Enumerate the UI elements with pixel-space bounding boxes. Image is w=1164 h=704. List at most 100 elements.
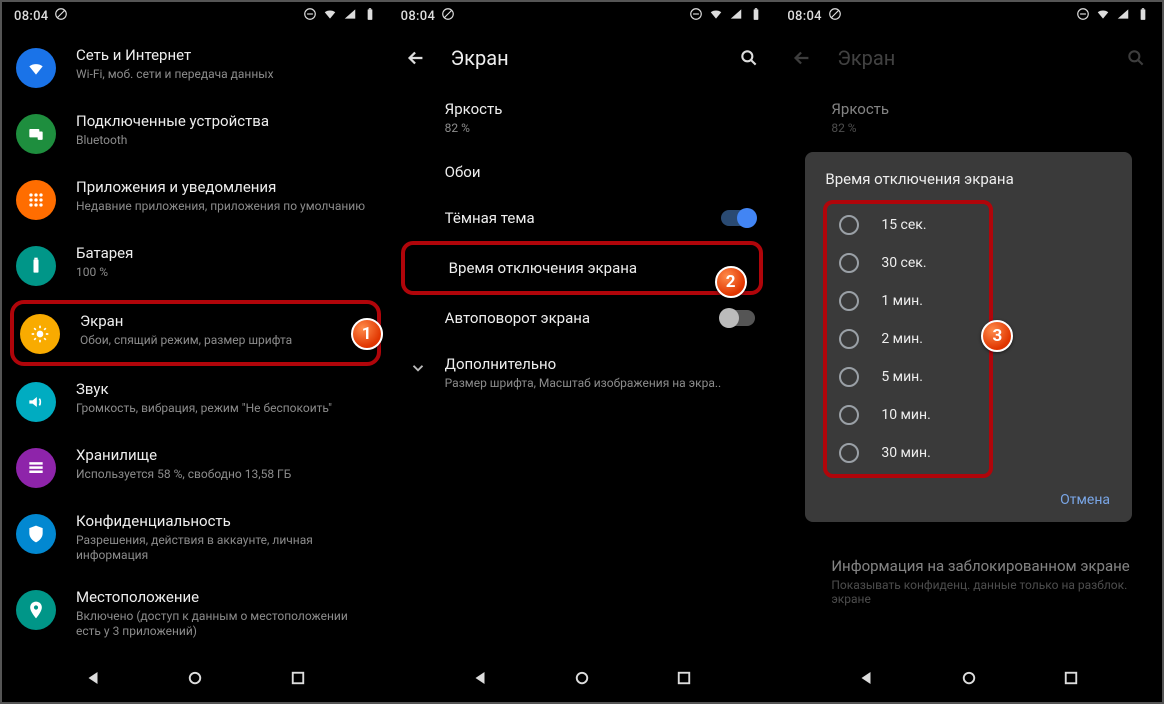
- brightness-icon: [20, 314, 60, 354]
- option-label: 5 мин.: [881, 369, 923, 385]
- settings-item-privacy[interactable]: КонфиденциальностьРазрешения, действия в…: [2, 500, 389, 576]
- settings-item-battery[interactable]: Батарея100 %: [2, 232, 389, 298]
- item-subtitle: Обои, спящий режим, размер шрифта: [80, 333, 367, 349]
- nav-recent-icon[interactable]: [675, 669, 693, 687]
- status-clock: 08:04: [401, 9, 435, 24]
- settings-item-apps[interactable]: Приложения и уведомления Недавние приложе…: [2, 166, 389, 232]
- minus-circle-icon: [689, 7, 703, 25]
- settings-item-network[interactable]: Сеть и Интернет Wi-Fi, моб. сети и переда…: [2, 34, 389, 100]
- setting-label: Тёмная тема: [445, 209, 756, 227]
- settings-item-location[interactable]: МестоположениеВключено (доступ к данным …: [2, 576, 389, 652]
- settings-item-connected[interactable]: Подключенные устройстваBluetooth: [2, 100, 389, 166]
- item-title: Хранилище: [76, 446, 373, 465]
- settings-item-storage[interactable]: Хранилище Используется 58 %, свободно 13,…: [2, 434, 389, 500]
- setting-label: Дополнительно: [445, 355, 756, 373]
- timeout-options: 15 сек. 30 сек. 1 мин. 2 мин. 5 мин. 10 …: [823, 200, 993, 478]
- timeout-dialog-screen: 08:04 Экран Яркость 82 % Информация на з…: [775, 2, 1162, 702]
- item-subtitle: Bluetooth: [76, 133, 373, 149]
- status-clock: 08:04: [14, 9, 48, 24]
- chevron-down-icon: [409, 359, 427, 377]
- item-subtitle: Wi-Fi, моб. сети и передача данных: [76, 67, 373, 83]
- radio-icon: [839, 443, 859, 463]
- timeout-option-5m[interactable]: 5 мин.: [827, 358, 989, 396]
- setting-label: Обои: [445, 163, 756, 181]
- item-subtitle: Недавние приложения, приложения по умолч…: [76, 199, 373, 215]
- option-label: 30 сек.: [881, 255, 926, 271]
- radio-icon: [839, 405, 859, 425]
- annotation-badge-1: 1: [351, 318, 383, 350]
- page-title: Экран: [451, 46, 509, 70]
- item-title: Батарея: [76, 244, 373, 263]
- annotation-badge-2: 2: [715, 266, 747, 298]
- nav-recent-icon[interactable]: [289, 669, 307, 687]
- setting-label: Яркость: [445, 100, 756, 118]
- option-label: 15 сек.: [881, 217, 926, 233]
- display-settings-screen: 08:04 Экран Яркость 82 % Обои Тёмная тем…: [389, 2, 776, 702]
- option-label: 2 мин.: [881, 331, 923, 347]
- autorotate-toggle[interactable]: [721, 310, 755, 326]
- nav-back-icon[interactable]: [84, 669, 102, 687]
- setting-screen-timeout[interactable]: Время отключения экрана: [401, 241, 764, 295]
- option-label: 30 мин.: [881, 445, 930, 461]
- timeout-option-30s[interactable]: 30 сек.: [827, 244, 989, 282]
- setting-subtitle: Размер шрифта, Масштаб изображения на эк…: [445, 376, 756, 390]
- timeout-option-10m[interactable]: 10 мин.: [827, 396, 989, 434]
- storage-icon: [16, 448, 56, 488]
- settings-list: Сеть и Интернет Wi-Fi, моб. сети и переда…: [2, 30, 389, 656]
- item-subtitle: Используется 58 %, свободно 13,58 ГБ: [76, 467, 373, 483]
- signal-icon: [729, 7, 743, 25]
- timeout-option-2m[interactable]: 2 мин.: [827, 320, 989, 358]
- navigation-bar: [2, 654, 389, 702]
- dnd-icon: [54, 7, 68, 25]
- setting-brightness[interactable]: Яркость 82 %: [389, 86, 776, 149]
- nav-home-icon[interactable]: [573, 669, 591, 687]
- dialog-cancel-button[interactable]: Отмена: [805, 482, 1132, 512]
- item-title: Приложения и уведомления: [76, 178, 373, 197]
- item-title: Сеть и Интернет: [76, 46, 373, 65]
- navigation-bar: [389, 654, 776, 702]
- nav-home-icon[interactable]: [186, 669, 204, 687]
- battery-icon: [749, 7, 763, 25]
- item-title: Звук: [76, 380, 373, 399]
- setting-value: 82 %: [445, 121, 756, 135]
- sound-icon: [16, 382, 56, 422]
- radio-icon: [839, 215, 859, 235]
- dnd-icon: [441, 7, 455, 25]
- nav-back-icon[interactable]: [857, 669, 875, 687]
- minus-circle-icon: [303, 7, 317, 25]
- setting-label: Время отключения экрана: [449, 259, 752, 277]
- battery-icon: [16, 246, 56, 286]
- setting-autorotate[interactable]: Автоповорот экрана: [389, 295, 776, 341]
- option-label: 1 мин.: [881, 293, 923, 309]
- battery-icon: [363, 7, 377, 25]
- settings-item-display[interactable]: ЭкранОбои, спящий режим, размер шрифта 1: [10, 300, 381, 366]
- nav-home-icon[interactable]: [960, 669, 978, 687]
- setting-label: Автоповорот экрана: [445, 309, 756, 327]
- nav-back-icon[interactable]: [471, 669, 489, 687]
- search-icon[interactable]: [739, 48, 759, 68]
- item-subtitle: Громкость, вибрация, режим "Не беспокоит…: [76, 401, 373, 417]
- option-label: 10 мин.: [881, 407, 930, 423]
- nav-recent-icon[interactable]: [1062, 669, 1080, 687]
- radio-icon: [839, 367, 859, 387]
- settings-item-sound[interactable]: Звук Громкость, вибрация, режим "Не беспо…: [2, 368, 389, 434]
- setting-wallpaper[interactable]: Обои: [389, 149, 776, 195]
- darktheme-toggle[interactable]: [721, 210, 755, 226]
- setting-darktheme[interactable]: Тёмная тема: [389, 195, 776, 241]
- wifi-icon: [323, 7, 337, 25]
- status-bar: 08:04: [389, 2, 776, 30]
- settings-main-screen: 08:04 Сеть и Интернет Wi-Fi, моб. сети и …: [2, 2, 389, 702]
- dialog-overlay[interactable]: Время отключения экрана 15 сек. 30 сек. …: [775, 2, 1162, 702]
- timeout-option-15s[interactable]: 15 сек.: [827, 206, 989, 244]
- location-icon: [16, 590, 56, 630]
- radio-icon: [839, 291, 859, 311]
- privacy-icon: [16, 514, 56, 554]
- timeout-option-1m[interactable]: 1 мин.: [827, 282, 989, 320]
- screen-timeout-dialog: Время отключения экрана 15 сек. 30 сек. …: [805, 152, 1132, 522]
- back-arrow-icon[interactable]: [405, 47, 427, 69]
- item-subtitle: Разрешения, действия в аккаунте, личная …: [76, 533, 373, 564]
- timeout-option-30m[interactable]: 30 мин.: [827, 434, 989, 472]
- radio-icon: [839, 329, 859, 349]
- setting-advanced[interactable]: Дополнительно Размер шрифта, Масштаб изо…: [389, 341, 776, 404]
- apps-icon: [16, 180, 56, 220]
